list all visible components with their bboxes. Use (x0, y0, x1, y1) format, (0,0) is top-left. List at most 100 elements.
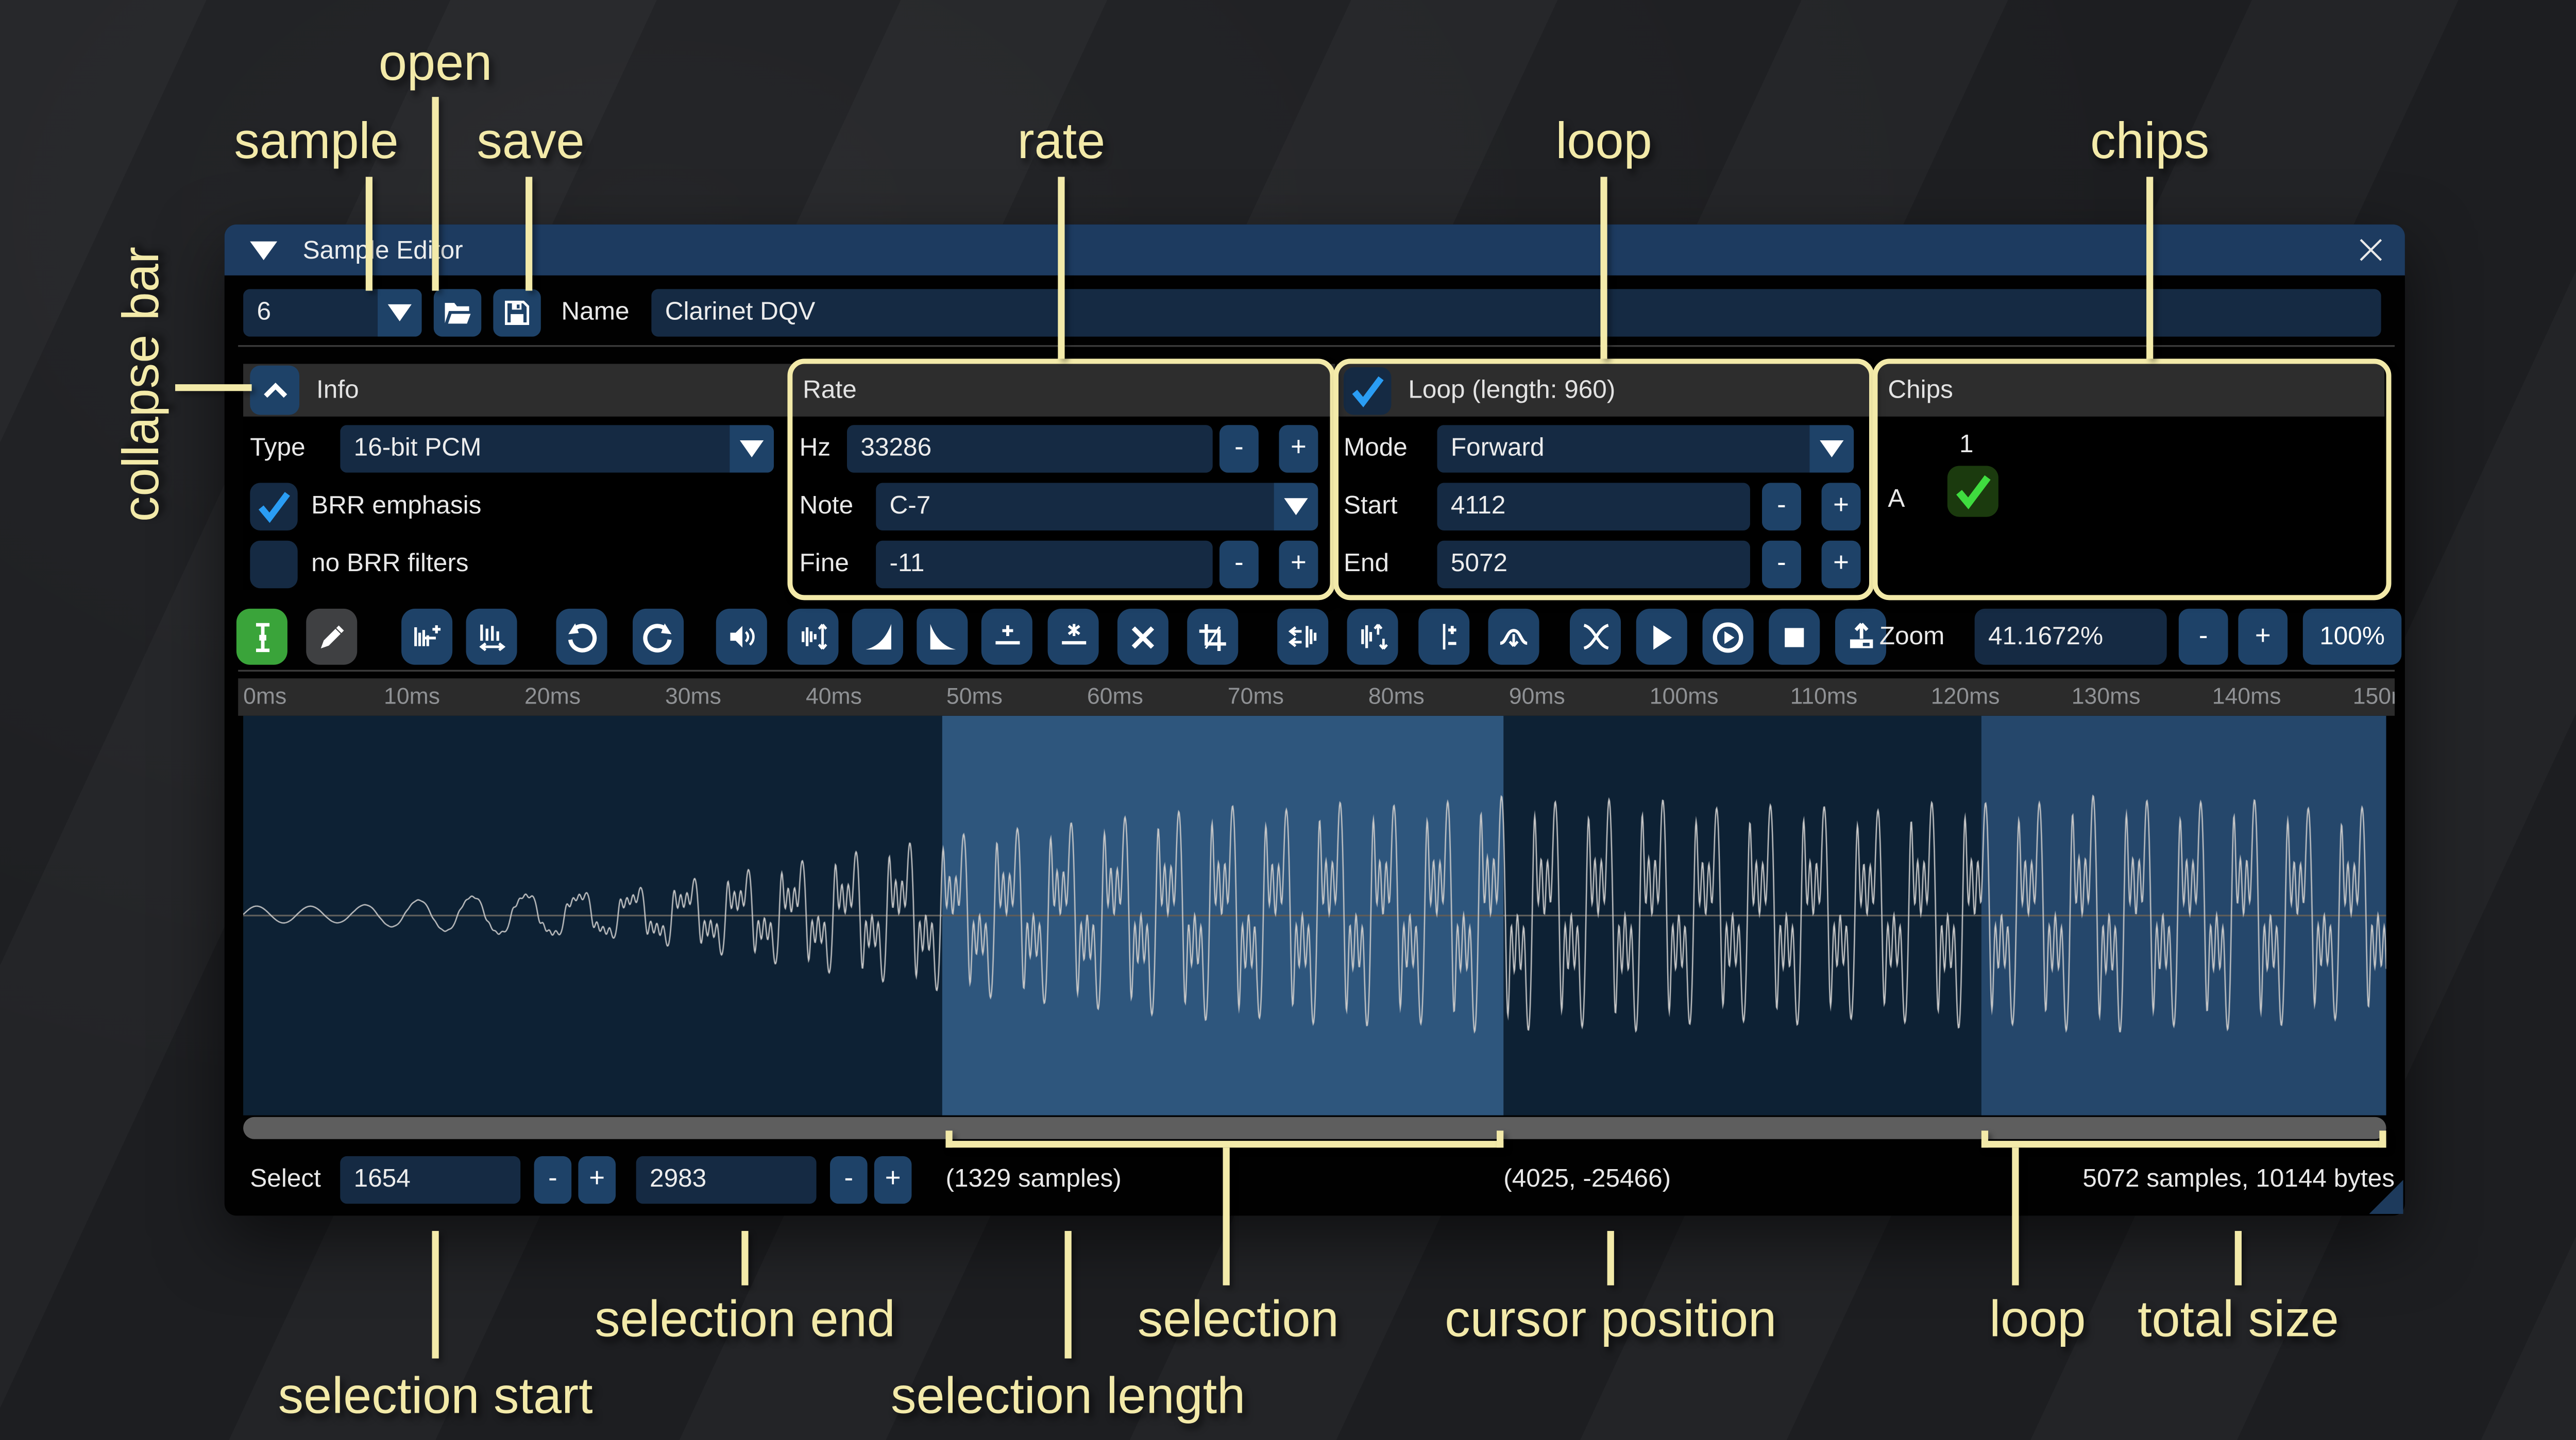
save-sample-button[interactable] (493, 289, 540, 336)
annotation-selection: selection (1138, 1292, 1339, 1350)
sample-index-dropdown[interactable]: 6 (243, 289, 422, 336)
folder-open-icon (442, 297, 474, 329)
annotation-selection-start: selection start (278, 1368, 593, 1426)
ruler-tick-label: 130ms (2072, 683, 2141, 709)
selection-end-input[interactable]: 2983 (636, 1156, 817, 1204)
total-size-text: 5072 samples, 10144 bytes (2082, 1156, 2395, 1204)
play-circle-icon (1711, 620, 1745, 654)
sample-index-value: 6 (243, 289, 378, 336)
redo-button[interactable] (633, 609, 684, 665)
delete-button[interactable] (1117, 609, 1168, 665)
no-brr-filters-checkbox[interactable] (250, 541, 297, 588)
window-collapse-icon[interactable] (250, 241, 277, 259)
resize-button[interactable] (401, 609, 452, 665)
annotation-bracket-loop-right (2379, 1130, 2386, 1147)
ruler-tick-label: 80ms (1368, 683, 1425, 709)
ruler-tick-label: 150ms (2353, 683, 2395, 709)
ruler-tick-label: 60ms (1087, 683, 1143, 709)
play-icon (1647, 622, 1677, 652)
ruler-tick-label: 120ms (1931, 683, 2000, 709)
annotation-selection-length: selection length (891, 1368, 1245, 1426)
chevron-down-icon[interactable] (378, 289, 422, 336)
save-icon (502, 298, 532, 328)
stop-button[interactable] (1769, 609, 1820, 665)
play-button[interactable] (1636, 609, 1687, 665)
export-button[interactable] (1835, 609, 1886, 665)
brr-emphasis-checkbox[interactable] (250, 483, 297, 530)
selection-end-plus-button[interactable]: + (874, 1156, 912, 1204)
waveform-view[interactable] (243, 716, 2386, 1116)
curves-cross-icon (1579, 621, 1612, 653)
sign-button[interactable] (1418, 609, 1469, 665)
screenshot-root: Sample Editor 6 Name Clarinet DQV Info T… (0, 0, 2576, 1440)
info-panel: Info Type 16-bit PCM BRR emphasis no BRR… (243, 364, 792, 590)
filter-button[interactable] (1488, 609, 1539, 665)
ruler-tick-label: 100ms (1650, 683, 1719, 709)
waveform-scrollbar[interactable] (243, 1117, 2386, 1139)
annotation-line-open (432, 97, 439, 290)
close-icon[interactable] (2350, 230, 2391, 270)
crossfade-loop-button[interactable] (1570, 609, 1621, 665)
zoom-in-button[interactable]: + (2238, 609, 2287, 665)
insert-silence-button[interactable] (981, 609, 1032, 665)
waveform-canvas[interactable] (243, 716, 2386, 1116)
edit-mode-draw-button[interactable] (306, 609, 357, 665)
collapse-bar-button[interactable] (250, 366, 299, 415)
open-sample-button[interactable] (434, 289, 481, 336)
selection-start-plus-button[interactable]: + (578, 1156, 616, 1204)
invert-button[interactable] (1347, 609, 1398, 665)
redo-icon (641, 620, 675, 654)
selection-start-input[interactable]: 1654 (340, 1156, 520, 1204)
divider (238, 670, 2395, 672)
plus-line-icon (991, 621, 1023, 653)
annotation-line-rate (1058, 177, 1064, 358)
normalize-button[interactable] (787, 609, 838, 665)
resample-button[interactable] (466, 609, 517, 665)
crop-icon (1197, 622, 1228, 652)
chevron-down-icon[interactable] (730, 425, 774, 472)
cursor-position-text: (4025, -25466) (1503, 1156, 1671, 1204)
annotation-line-chips (2146, 177, 2153, 358)
wave-plus-icon (411, 621, 443, 653)
selection-start-minus-button[interactable]: - (534, 1156, 572, 1204)
edit-mode-select-button[interactable] (236, 609, 287, 665)
selection-end-minus-button[interactable]: - (830, 1156, 868, 1204)
fade-in-icon (861, 621, 894, 653)
annotation-line-cursor-position (1607, 1231, 1614, 1285)
annotation-line-save (526, 177, 532, 290)
reverse-button[interactable] (1277, 609, 1328, 665)
type-dropdown[interactable]: 16-bit PCM (340, 425, 774, 472)
stop-square-icon (1779, 622, 1809, 652)
zoom-input[interactable]: 41.1672% (1975, 609, 2167, 665)
fade-in-button[interactable] (852, 609, 903, 665)
select-label: Select (250, 1156, 321, 1204)
apply-silence-button[interactable] (1048, 609, 1099, 665)
play-selection-button[interactable] (1703, 609, 1754, 665)
sample-name-input[interactable]: Clarinet DQV (651, 289, 2381, 336)
zoom-reset-button[interactable]: 100% (2303, 609, 2401, 665)
zoom-out-button[interactable]: - (2179, 609, 2228, 665)
undo-button[interactable] (556, 609, 607, 665)
zoom-label: Zoom (1879, 614, 1945, 661)
ruler-tick-label: 0ms (243, 683, 286, 709)
window-resize-grip[interactable] (2369, 1180, 2403, 1214)
annotation-loop-top: loop (1555, 114, 1652, 172)
selection-length-text: (1329 samples) (945, 1156, 1121, 1204)
normalize-icon (797, 621, 829, 653)
fade-out-button[interactable] (917, 609, 968, 665)
check-icon (253, 486, 294, 527)
trim-button[interactable] (1187, 609, 1238, 665)
annotation-line-total-size (2235, 1231, 2242, 1285)
fade-out-icon (926, 621, 959, 653)
annotation-rate: rate (1018, 114, 1106, 172)
loop-panel-highlight (1333, 359, 1874, 601)
ruler-tick-label: 110ms (1790, 683, 1858, 709)
annotation-line-selection-start (432, 1231, 439, 1359)
amplify-button[interactable] (716, 609, 767, 665)
window-titlebar: Sample Editor (225, 225, 2405, 276)
annotation-line-selection-end (741, 1231, 748, 1285)
chevron-up-icon (258, 373, 292, 407)
time-ruler[interactable]: 0ms10ms20ms30ms40ms50ms60ms70ms80ms90ms1… (238, 678, 2395, 716)
annotation-bracket-selection-right (1497, 1130, 1503, 1147)
ruler-tick-label: 30ms (665, 683, 721, 709)
